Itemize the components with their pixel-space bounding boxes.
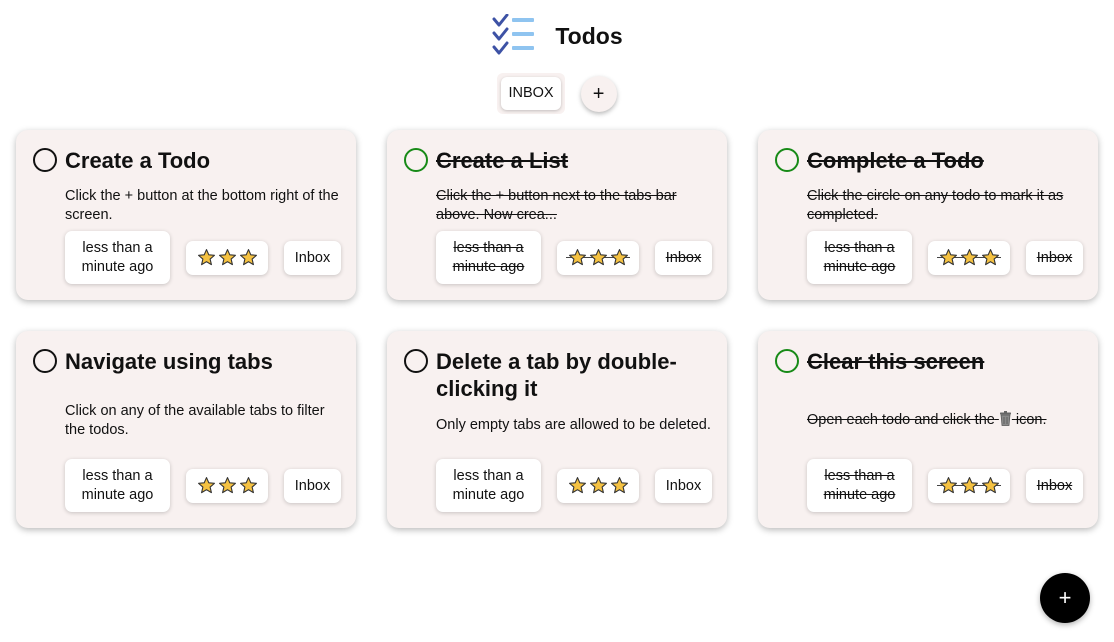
todo-time-badge[interactable]: less than a minute ago [807,459,912,512]
star-icon [218,477,236,494]
add-todo-button[interactable]: + [1040,573,1090,623]
tabs-row: INBOX + [0,73,1114,114]
todo-time-badge[interactable]: less than a minute ago [436,459,541,512]
tabs-bar: INBOX [497,73,565,114]
todo-description: Click the + button next to the tabs bar … [436,188,677,223]
todo-priority-stars[interactable] [557,240,639,275]
todo-description: Click on any of the available tabs to fi… [65,403,325,438]
todo-tag-badge[interactable]: Inbox [284,468,341,503]
star-icon [589,249,607,266]
todo-title: Clear this screen [807,349,985,374]
star-icon [197,249,215,266]
todo-priority-stars[interactable] [186,240,268,275]
todo-card[interactable]: Create a Todo Click the + button at the … [16,130,356,300]
add-tab-button[interactable]: + [580,75,617,112]
todo-card[interactable]: Clear this screen Open each todo and cli… [758,331,1098,528]
todo-title: Navigate using tabs [65,349,273,374]
star-icon [218,249,236,266]
complete-toggle-circle-icon[interactable] [775,349,799,373]
star-icon [610,477,628,494]
complete-toggle-circle-icon[interactable] [404,148,428,172]
trash-icon [999,411,1011,426]
complete-toggle-circle-icon[interactable] [775,148,799,172]
todo-tag-badge[interactable]: Inbox [1026,240,1083,275]
star-icon [568,477,586,494]
todo-card[interactable]: Navigate using tabs Click on any of the … [16,331,356,528]
todo-meta: less than a minute ago Inbox [436,459,712,512]
todo-card[interactable]: Delete a tab by double-clicking it Only … [387,331,727,528]
complete-toggle-circle-icon[interactable] [33,148,57,172]
star-icon [960,477,978,494]
todo-title: Delete a tab by double-clicking it [436,349,677,401]
todo-meta: less than a minute ago Inbox [65,231,341,284]
complete-toggle-circle-icon[interactable] [33,349,57,373]
page-title: Todos [555,22,623,49]
todo-priority-stars[interactable] [928,240,1010,275]
description-text-before: Open each todo and click the [807,412,995,428]
todo-meta: less than a minute ago Inbox [436,231,712,284]
todo-meta: less than a minute ago Inbox [807,459,1083,512]
star-icon [960,249,978,266]
star-icon [610,249,628,266]
todo-description: Click the + button at the bottom right o… [65,188,339,223]
star-icon [239,477,257,494]
todo-tag-badge[interactable]: Inbox [655,468,712,503]
todo-title: Complete a Todo [807,148,984,173]
star-icon [981,477,999,494]
checklist-icon [492,14,535,55]
todo-time-badge[interactable]: less than a minute ago [436,231,541,284]
todo-meta: less than a minute ago Inbox [65,459,341,512]
todo-title: Create a Todo [65,148,211,173]
app-header: Todos [0,14,1114,58]
todo-tag-badge[interactable]: Inbox [655,240,712,275]
star-icon [197,477,215,494]
todo-priority-stars[interactable] [557,468,639,503]
star-icon [939,477,957,494]
todo-card[interactable]: Create a List Click the + button next to… [387,130,727,300]
star-icon [981,249,999,266]
todo-time-badge[interactable]: less than a minute ago [65,231,170,284]
description-text-after: icon. [1015,412,1047,428]
todo-meta: less than a minute ago Inbox [807,231,1083,284]
todo-card[interactable]: Complete a Todo Click the circle on any … [758,130,1098,300]
star-icon [589,477,607,494]
star-icon [939,249,957,266]
todo-title: Create a List [436,148,569,173]
todo-description: Only empty tabs are allowed to be delete… [436,417,711,433]
todo-time-badge[interactable]: less than a minute ago [65,459,170,512]
todo-tag-badge[interactable]: Inbox [1026,468,1083,503]
todo-time-badge[interactable]: less than a minute ago [807,231,912,284]
todo-tag-badge[interactable]: Inbox [284,240,341,275]
todo-priority-stars[interactable] [186,468,268,503]
star-icon [568,249,586,266]
todo-description: Click the circle on any todo to mark it … [807,188,1064,223]
star-icon [239,249,257,266]
todo-priority-stars[interactable] [928,468,1010,503]
tab-inbox[interactable]: INBOX [501,77,561,110]
todo-description: Open each todo and click the icon. [807,411,1092,430]
complete-toggle-circle-icon[interactable] [404,349,428,373]
